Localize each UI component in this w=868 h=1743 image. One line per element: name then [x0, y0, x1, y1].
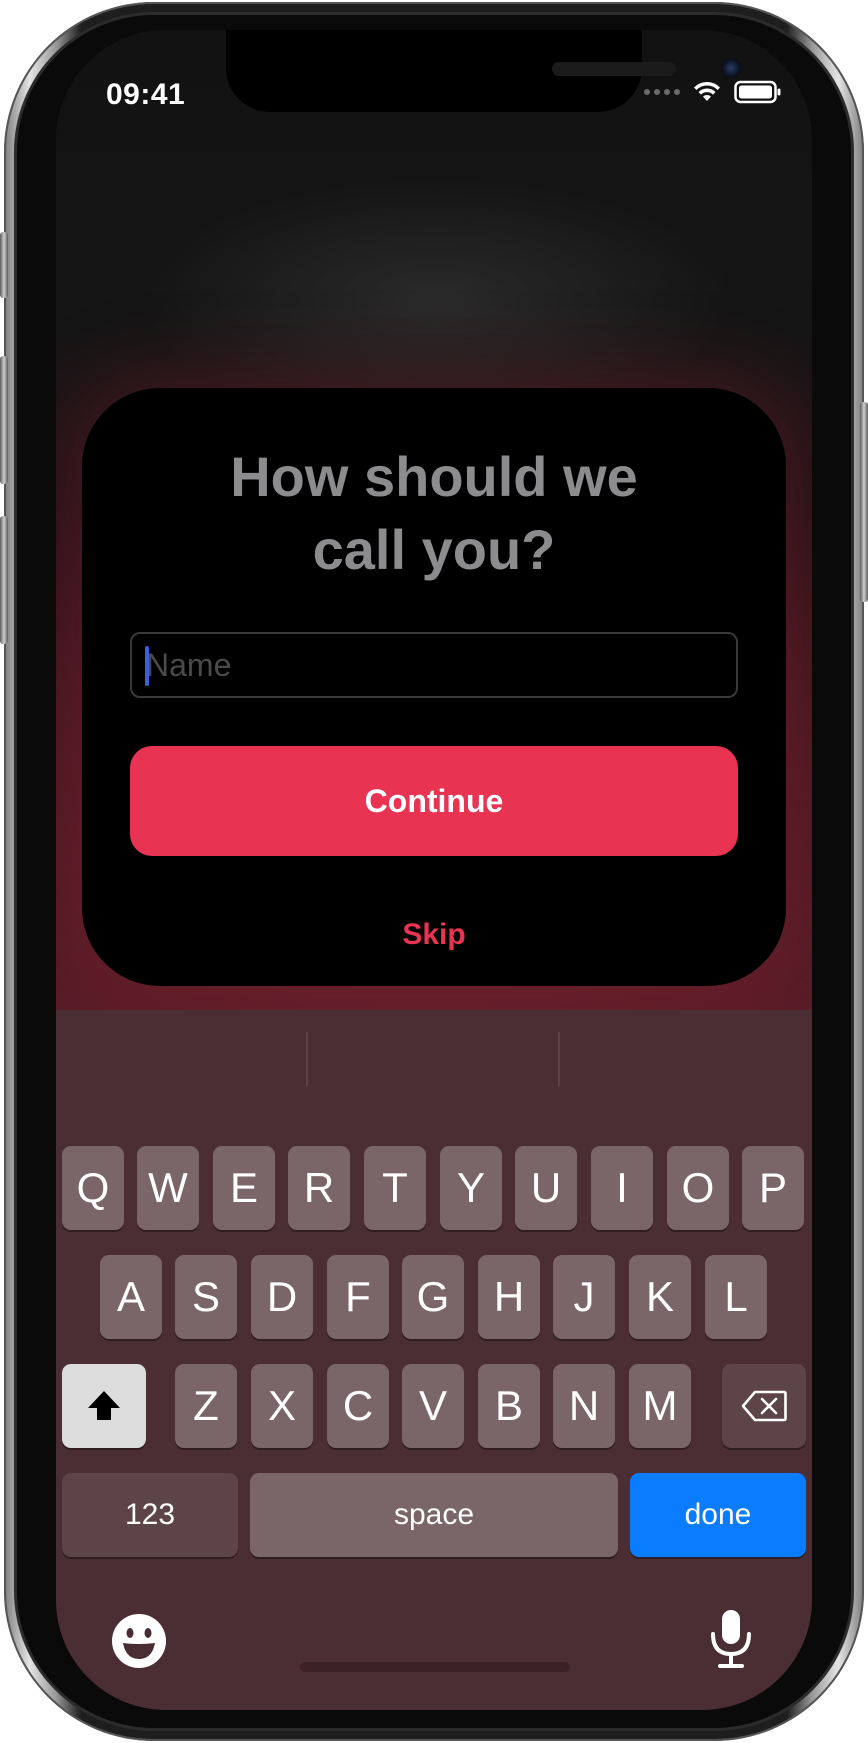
- key-u[interactable]: U: [515, 1146, 577, 1230]
- key-n[interactable]: N: [553, 1364, 615, 1448]
- key-z[interactable]: Z: [175, 1364, 237, 1448]
- wifi-icon: [694, 81, 720, 101]
- shift-key[interactable]: [62, 1364, 146, 1448]
- key-m[interactable]: M: [629, 1364, 691, 1448]
- shift-icon: [88, 1391, 120, 1420]
- name-input[interactable]: [130, 632, 738, 698]
- key-b[interactable]: B: [478, 1364, 540, 1448]
- key-i[interactable]: I: [591, 1146, 653, 1230]
- key-l[interactable]: L: [705, 1255, 767, 1339]
- key-t[interactable]: T: [364, 1146, 426, 1230]
- backspace-icon: [741, 1390, 787, 1422]
- text-cursor: [145, 646, 149, 686]
- key-q[interactable]: Q: [62, 1146, 124, 1230]
- key-v[interactable]: V: [402, 1364, 464, 1448]
- power-button: [860, 402, 868, 602]
- status-icons: [644, 80, 782, 104]
- mute-switch: [0, 232, 8, 298]
- key-d[interactable]: D: [251, 1255, 313, 1339]
- key-y[interactable]: Y: [440, 1146, 502, 1230]
- front-camera: [721, 58, 741, 78]
- notch: [226, 30, 741, 112]
- card-title: How should we call you?: [230, 445, 638, 581]
- key-e[interactable]: E: [213, 1146, 275, 1230]
- volume-up-button: [0, 356, 8, 484]
- suggestion-divider: [306, 1032, 308, 1086]
- suggestion-divider: [558, 1032, 560, 1086]
- key-w[interactable]: W: [137, 1146, 199, 1230]
- key-h[interactable]: H: [478, 1255, 540, 1339]
- key-o[interactable]: O: [667, 1146, 729, 1230]
- key-g[interactable]: G: [402, 1255, 464, 1339]
- keyboard: Q W E R T Y U I O P A S D F G H J K L Z …: [56, 1010, 812, 1710]
- key-a[interactable]: A: [100, 1255, 162, 1339]
- suggestion-bar: [56, 1010, 812, 1118]
- key-s[interactable]: S: [175, 1255, 237, 1339]
- continue-button[interactable]: Continue: [130, 746, 738, 856]
- backspace-key[interactable]: [722, 1364, 806, 1448]
- key-p[interactable]: P: [742, 1146, 804, 1230]
- key-k[interactable]: K: [629, 1255, 691, 1339]
- name-prompt-card: How should we call you? Continue Skip: [82, 388, 786, 986]
- skip-button[interactable]: Skip: [82, 918, 786, 952]
- key-j[interactable]: J: [553, 1255, 615, 1339]
- home-indicator[interactable]: [300, 1662, 570, 1672]
- status-time: 09:41: [106, 78, 186, 111]
- key-f[interactable]: F: [327, 1255, 389, 1339]
- earpiece-speaker: [552, 62, 676, 76]
- phone-screen: 09:41 How should we call you? Continue S…: [56, 30, 812, 1710]
- numbers-key[interactable]: 123: [62, 1473, 238, 1557]
- key-r[interactable]: R: [288, 1146, 350, 1230]
- space-key[interactable]: space: [250, 1473, 618, 1557]
- emoji-icon[interactable]: [110, 1612, 168, 1670]
- key-c[interactable]: C: [327, 1364, 389, 1448]
- microphone-icon[interactable]: [708, 1608, 754, 1670]
- battery-icon: [734, 80, 781, 104]
- key-x[interactable]: X: [251, 1364, 313, 1448]
- volume-down-button: [0, 516, 8, 644]
- signal-dots-icon: [644, 89, 680, 95]
- done-key[interactable]: done: [630, 1473, 806, 1557]
